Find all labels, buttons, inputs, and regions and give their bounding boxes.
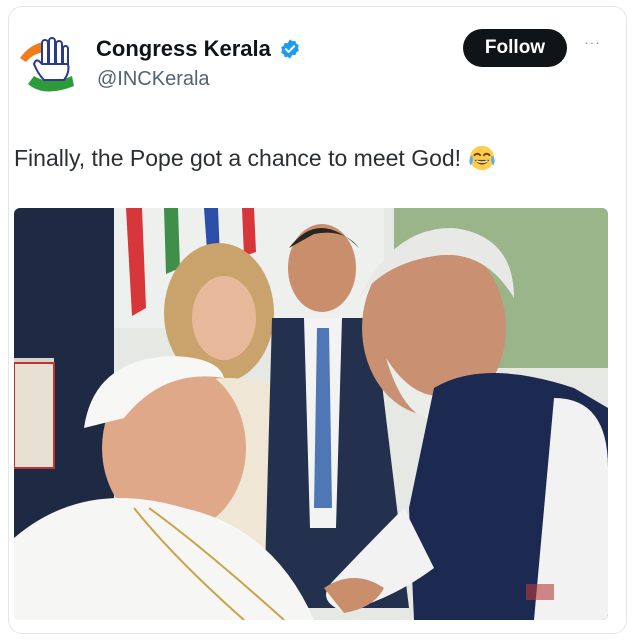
avatar[interactable] — [14, 28, 86, 100]
tweet-text: Finally, the Pope got a chance to meet G… — [14, 144, 462, 171]
user-handle[interactable]: @INCKerala — [97, 68, 210, 91]
verified-badge-icon — [281, 39, 299, 59]
photo-image — [14, 208, 608, 620]
name-row: Congress Kerala — [96, 36, 301, 62]
congress-hand-logo-icon — [20, 37, 74, 92]
more-options-icon[interactable]: ··· — [584, 34, 601, 50]
tweet-photo[interactable] — [14, 208, 608, 620]
face-with-tears-of-joy-icon — [469, 145, 495, 171]
display-name[interactable]: Congress Kerala — [96, 36, 271, 62]
follow-button[interactable]: Follow — [463, 29, 567, 67]
tweet-text-row: Finally, the Pope got a chance to meet G… — [14, 143, 497, 173]
